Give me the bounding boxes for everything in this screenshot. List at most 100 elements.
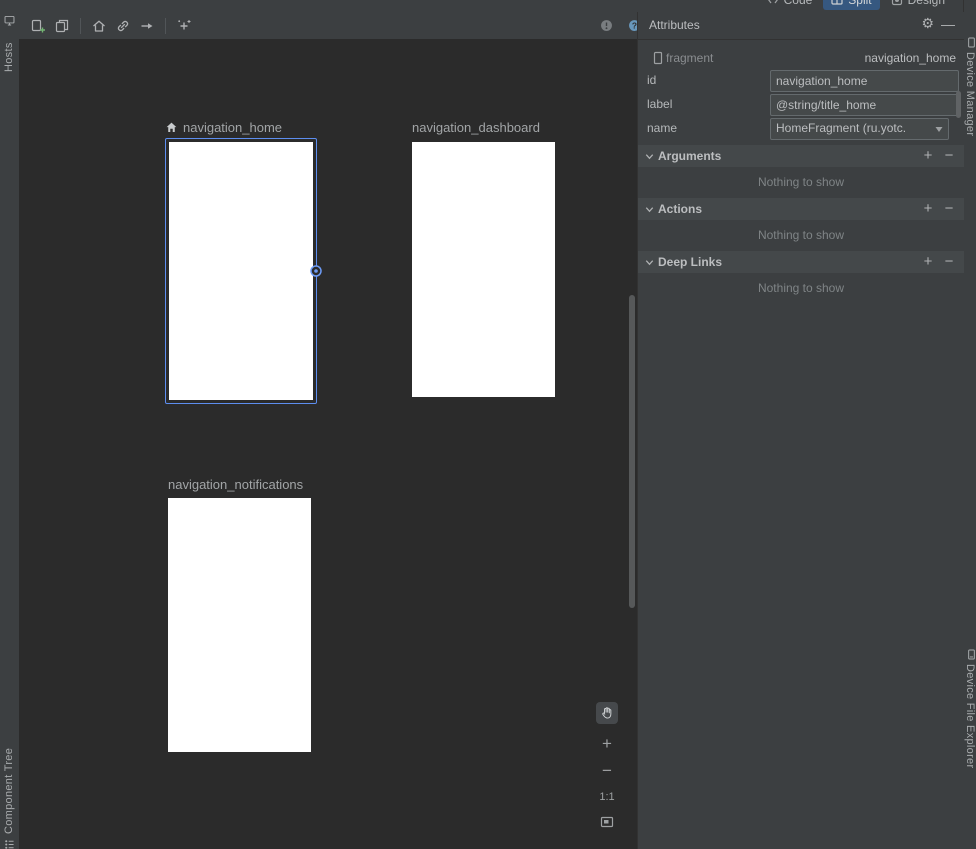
right-tool-stripe: Device Manager Device File Explorer <box>963 0 976 849</box>
id-input[interactable] <box>770 70 959 92</box>
arguments-empty-text: Nothing to show <box>638 174 964 190</box>
fragment-label-text: navigation_home <box>183 120 282 135</box>
section-arguments[interactable]: Arguments + − <box>638 145 964 167</box>
zoom-to-fit-icon <box>599 814 615 830</box>
new-destination-button[interactable] <box>27 15 49 37</box>
name-dropdown-value: HomeFragment (ru.yotc. <box>776 119 930 137</box>
fragment-label-navigation-home[interactable]: navigation_home <box>165 119 282 135</box>
zoom-to-fit-button[interactable] <box>599 814 615 830</box>
tool-stripe-component-tree[interactable]: Component Tree <box>3 742 15 834</box>
field-row-id: id <box>638 70 964 90</box>
deep-links-empty-text: Nothing to show <box>638 280 964 296</box>
field-row-label: label <box>638 94 964 114</box>
fragment-preview <box>169 142 313 400</box>
chevron-down-icon <box>933 123 945 135</box>
fragment-navigation-home[interactable] <box>165 138 317 404</box>
tab-split[interactable]: Split <box>823 0 879 10</box>
duplicate-destination-button[interactable] <box>51 15 73 37</box>
attributes-panel: Attributes ⚙ — fragment navigation_home … <box>637 12 964 849</box>
hand-icon <box>600 706 614 720</box>
component-type-label: fragment <box>666 48 713 68</box>
pan-tool-button[interactable] <box>596 702 618 724</box>
component-id-value: navigation_home <box>865 48 956 68</box>
id-field-label: id <box>647 70 656 90</box>
toolbar-separator <box>165 18 166 34</box>
section-arguments-title: Arguments <box>658 145 721 167</box>
device-manager-icon <box>965 36 976 49</box>
deep-link-button[interactable] <box>112 15 134 37</box>
fragment-label-navigation-dashboard[interactable]: navigation_dashboard <box>412 119 540 135</box>
remove-action-button[interactable]: − <box>940 198 958 220</box>
design-icon <box>891 0 903 6</box>
device-file-explorer-icon <box>965 648 976 661</box>
field-row-name: name HomeFragment (ru.yotc. <box>638 118 964 138</box>
fragment-navigation-dashboard[interactable] <box>412 142 555 397</box>
warning-icon <box>599 18 614 33</box>
label-field-label: label <box>647 94 672 114</box>
zoom-actual-size-button[interactable]: 1:1 <box>596 791 618 803</box>
gear-icon[interactable]: ⚙ <box>921 15 934 32</box>
tab-code[interactable]: Code <box>759 0 821 10</box>
zoom-in-button[interactable]: + <box>596 735 618 752</box>
label-input[interactable] <box>770 94 959 116</box>
selected-component-row: fragment navigation_home <box>638 48 964 68</box>
attributes-panel-title: Attributes <box>649 18 700 32</box>
action-arrow-icon <box>139 18 155 34</box>
fragment-icon <box>650 50 666 66</box>
chevron-down-icon <box>644 204 655 215</box>
attributes-panel-header: Attributes ⚙ — <box>638 12 964 40</box>
add-action-button[interactable] <box>136 15 158 37</box>
auto-arrange-icon <box>176 18 192 34</box>
name-field-label: name <box>647 118 677 138</box>
tool-stripe-hosts[interactable]: Hosts <box>3 30 15 72</box>
add-argument-button[interactable]: + <box>919 145 937 167</box>
connection-handle-icon <box>309 264 323 278</box>
issue-panel-button[interactable] <box>595 15 617 37</box>
section-deep-links-title: Deep Links <box>658 251 722 273</box>
add-deep-link-button[interactable]: + <box>919 251 937 273</box>
tab-code-label: Code <box>784 0 813 7</box>
tab-design[interactable]: Design <box>883 0 953 10</box>
chevron-down-icon <box>644 151 655 162</box>
auto-arrange-button[interactable] <box>173 15 195 37</box>
left-tool-stripe: Hosts Component Tree <box>0 0 20 849</box>
start-destination-home-icon <box>165 121 178 134</box>
section-actions-title: Actions <box>658 198 702 220</box>
section-deep-links[interactable]: Deep Links + − <box>638 251 964 273</box>
tool-stripe-device-file-explorer[interactable]: Device File Explorer <box>964 664 976 794</box>
assign-start-destination-button[interactable] <box>88 15 110 37</box>
fragment-navigation-notifications[interactable] <box>168 498 311 752</box>
link-icon <box>115 18 131 34</box>
attributes-scrollbar[interactable] <box>956 91 961 118</box>
add-action-button[interactable]: + <box>919 198 937 220</box>
design-toolbar: ? <box>19 12 653 40</box>
hosts-icon <box>3 14 16 27</box>
section-actions[interactable]: Actions + − <box>638 198 964 220</box>
svg-text:?: ? <box>631 21 636 31</box>
remove-deep-link-button[interactable]: − <box>940 251 958 273</box>
chevron-down-icon <box>644 257 655 268</box>
navigation-graph-canvas[interactable]: navigation_home navigation_dashboard nav… <box>19 39 637 849</box>
name-dropdown[interactable]: HomeFragment (ru.yotc. <box>770 118 949 140</box>
actions-empty-text: Nothing to show <box>638 227 964 243</box>
split-icon <box>831 0 843 6</box>
hide-panel-icon[interactable]: — <box>941 16 955 32</box>
tab-split-label: Split <box>848 0 871 7</box>
canvas-scrollbar[interactable] <box>629 295 635 608</box>
component-tree-icon <box>3 838 16 849</box>
fragment-label-text: navigation_notifications <box>168 477 303 492</box>
new-destination-icon <box>30 18 46 34</box>
home-icon <box>91 18 107 34</box>
code-icon <box>767 0 779 6</box>
duplicate-icon <box>54 18 70 34</box>
tab-design-label: Design <box>908 0 945 7</box>
fragment-label-text: navigation_dashboard <box>412 120 540 135</box>
tool-stripe-device-manager[interactable]: Device Manager <box>964 52 976 144</box>
remove-argument-button[interactable]: − <box>940 145 958 167</box>
toolbar-separator <box>80 18 81 34</box>
fragment-label-navigation-notifications[interactable]: navigation_notifications <box>168 476 303 492</box>
action-connection-handle[interactable] <box>309 264 323 278</box>
navigation-editor-window: Hosts Component Tree Device Manager Devi… <box>0 0 976 849</box>
editor-mode-tabs: Code Split Design <box>759 0 953 10</box>
zoom-out-button[interactable]: − <box>596 762 618 779</box>
